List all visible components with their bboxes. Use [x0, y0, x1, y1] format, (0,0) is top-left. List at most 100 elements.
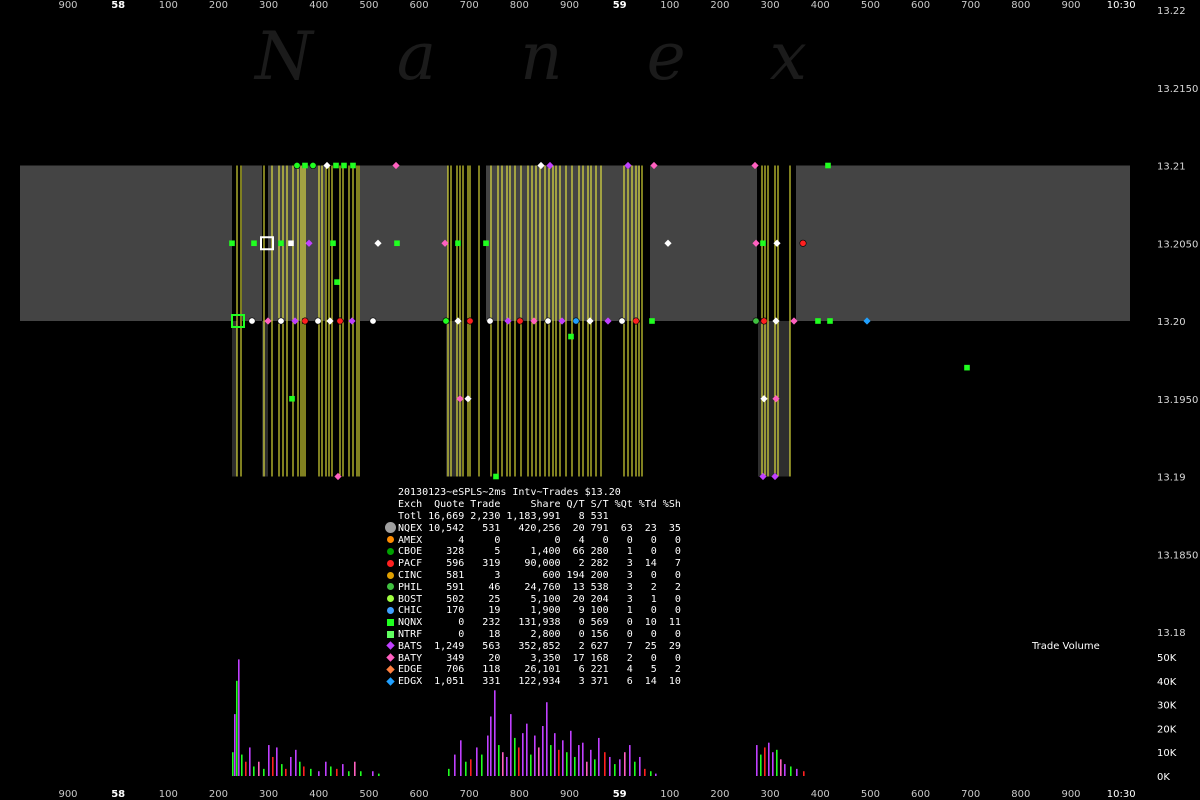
stat-value: 420,256 — [518, 522, 561, 534]
trade-marker-10 — [369, 317, 377, 325]
y-tick-6: 13.19 — [1157, 473, 1186, 484]
watermark: Nanex — [255, 18, 891, 95]
x-tick-bottom-12: 100 — [660, 789, 679, 800]
stat-value: 24,760 — [524, 581, 561, 593]
volume-bar-66 — [604, 752, 606, 776]
stat-value: 23 — [644, 522, 657, 534]
trade-marker-73 — [493, 473, 499, 480]
trade-marker-31 — [827, 318, 833, 324]
volume-bar-37 — [487, 735, 489, 776]
stat-value: 1,051 — [434, 676, 465, 688]
y-tick-3: 13.2050 — [1157, 239, 1198, 250]
title-spacer-cell — [384, 487, 396, 499]
stat-value: 118 — [482, 664, 501, 676]
trade-marker-51 — [302, 162, 308, 169]
volume-bar-67 — [609, 756, 611, 776]
x-tick-bottom-3: 200 — [209, 789, 228, 800]
trade-marker-55 — [341, 162, 347, 169]
exchange-marker-icon — [386, 571, 394, 579]
volume-bar-39 — [494, 690, 496, 776]
volume-bar-63 — [590, 749, 592, 776]
stat-value: 2 — [578, 558, 585, 570]
volume-bar-76 — [655, 773, 657, 776]
trade-marker-68 — [464, 395, 472, 403]
x-tick-top-15: 400 — [811, 0, 830, 11]
y-tick-7: 13.1850 — [1157, 550, 1198, 561]
x-tick-top-16: 500 — [861, 0, 880, 11]
volume-bar-19 — [310, 768, 312, 776]
trade-marker-48 — [773, 239, 781, 247]
stat-value: 2 — [626, 652, 633, 664]
stat-value: 29 — [668, 640, 681, 652]
stat-value: 10,542 — [428, 522, 465, 534]
exchange-name: CINC — [398, 570, 423, 582]
stat-value: 600 — [542, 570, 561, 582]
stat-value: 232 — [482, 617, 501, 629]
exchange-name: CHIC — [398, 605, 423, 617]
stat-value: 280 — [590, 546, 609, 558]
stat-value: %Sh — [662, 498, 681, 510]
stats-row-phil: PHIL 591 46 24,760 13 538 3 2 2 — [384, 582, 681, 594]
stat-value: 168 — [590, 652, 609, 664]
exchange-name: Exch — [398, 498, 423, 510]
volume-bar-47 — [526, 723, 528, 776]
volume-bar-2 — [236, 680, 238, 776]
stat-value: 17 — [572, 652, 585, 664]
nbbo-band-3 — [360, 165, 448, 321]
volume-tick-3: 20K — [1157, 724, 1177, 735]
exchange-marker-icon — [386, 559, 394, 567]
stat-value: 0 — [650, 652, 657, 664]
exchange-marker-icon — [386, 547, 394, 555]
volume-bar-31 — [454, 754, 456, 776]
volume-tick-2: 30K — [1157, 701, 1177, 712]
trade-chart: 900 58 100 200 300 400 500 600 700 800 900 59 100 200… — [0, 0, 1200, 800]
stat-value: 581 — [446, 570, 465, 582]
x-tick-bottom-18: 700 — [961, 789, 980, 800]
trade-marker-20 — [572, 317, 580, 325]
volume-bar-27 — [360, 771, 362, 776]
stat-value: 569 — [590, 617, 609, 629]
exchange-name: CBOE — [398, 546, 423, 558]
stat-value: 20 — [572, 593, 585, 605]
trade-marker-5 — [301, 317, 309, 325]
x-tick-bottom-13: 200 — [710, 789, 729, 800]
trade-marker-65 — [568, 333, 574, 340]
stat-value: 3 — [626, 558, 633, 570]
stat-value: 5 — [650, 664, 657, 676]
trade-marker-13 — [466, 317, 474, 325]
stat-value: 3 — [626, 581, 633, 593]
trade-marker-47 — [760, 240, 766, 247]
x-tick-top-14: 300 — [761, 0, 780, 11]
volume-bar-77 — [756, 745, 758, 776]
exchange-marker-icon — [386, 630, 394, 638]
stat-value: 371 — [590, 676, 609, 688]
stat-value: 194 — [566, 570, 585, 582]
volume-bar-15 — [290, 756, 292, 776]
volume-bar-62 — [586, 761, 588, 776]
x-tick-top-6: 500 — [359, 0, 378, 11]
stat-value: 7 — [626, 640, 633, 652]
lower-band-1 — [262, 321, 268, 477]
x-tick-top-5: 400 — [309, 0, 328, 11]
x-tick-bottom-10: 900 — [560, 789, 579, 800]
volume-bar-60 — [578, 745, 580, 776]
stat-value: 10 — [668, 676, 681, 688]
trade-marker-11 — [442, 317, 450, 325]
volume-bar-36 — [481, 754, 483, 776]
exchange-marker — [384, 511, 396, 523]
volume-bar-79 — [764, 747, 766, 776]
volume-bar-87 — [803, 771, 805, 776]
stat-value: 0 — [626, 629, 633, 641]
volume-bar-56 — [562, 740, 564, 776]
stat-value: 2,800 — [530, 629, 561, 641]
stat-value: 170 — [446, 605, 465, 617]
stat-value: 2 — [650, 581, 657, 593]
stats-table: Exch Quote Trade Share Q/T S/T %Qt %Td %Sh Totl 16… — [384, 487, 681, 688]
stat-value: 352,852 — [518, 640, 561, 652]
volume-axis-label: Trade Volume — [1032, 641, 1100, 652]
trade-marker-8 — [336, 317, 344, 325]
trade-marker-7 — [326, 317, 334, 325]
exchange-marker — [384, 641, 396, 653]
stat-value: 1,900 — [530, 605, 561, 617]
volume-bar-50 — [538, 747, 540, 776]
